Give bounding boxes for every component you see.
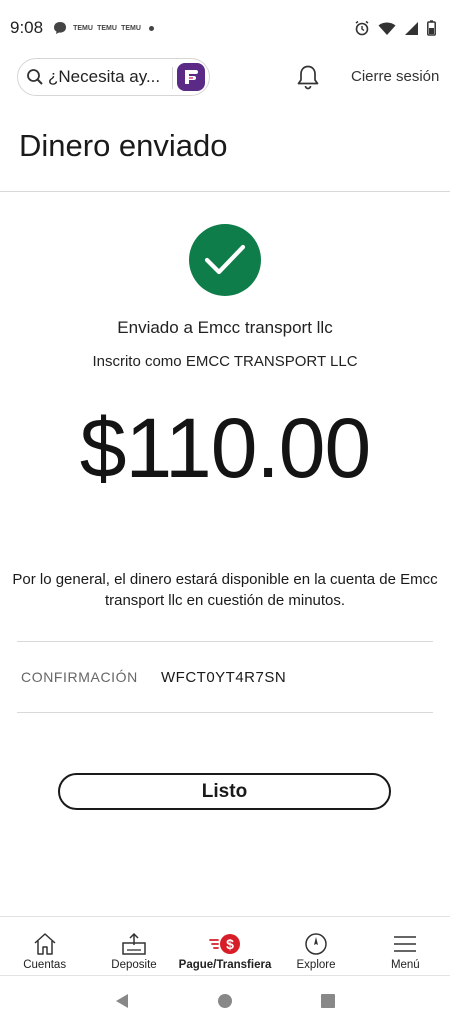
nav-label: Cuentas bbox=[23, 959, 67, 971]
temu-notification-icon: TEMU bbox=[73, 24, 93, 32]
nav-label: Deposite bbox=[111, 959, 157, 971]
temu-notification-icon: TEMU bbox=[121, 24, 141, 32]
confirmation-number: WFCT0YT4R7SN bbox=[161, 669, 287, 686]
fargo-assistant-icon[interactable] bbox=[177, 63, 205, 91]
nav-label: Explore bbox=[296, 959, 336, 971]
home-button-icon[interactable] bbox=[217, 993, 233, 1009]
assistant-search-box[interactable]: ¿Necesita ay... bbox=[17, 58, 210, 96]
divider bbox=[17, 712, 433, 713]
nav-item-menu[interactable]: Menú bbox=[361, 917, 450, 976]
deposit-icon bbox=[122, 932, 146, 955]
page-title: Dinero enviado bbox=[19, 128, 228, 163]
recipient-line: Enviado a Emcc transport llc bbox=[117, 318, 333, 337]
alarm-icon bbox=[355, 20, 369, 36]
search-divider bbox=[172, 67, 173, 89]
search-icon bbox=[27, 69, 43, 85]
status-time: 9:08 bbox=[10, 18, 44, 37]
availability-note: Por lo general, el dinero estará disponi… bbox=[12, 571, 438, 609]
battery-icon bbox=[427, 20, 436, 36]
nav-item-pay-transfer[interactable]: $ Pague/Transfiera bbox=[178, 917, 272, 976]
amount-sent: $110.00 bbox=[79, 401, 371, 495]
svg-text:$: $ bbox=[226, 936, 234, 952]
notification-icons: TEMU TEMU TEMU bbox=[53, 21, 155, 35]
nav-item-deposit[interactable]: Deposite bbox=[89, 917, 178, 976]
hamburger-icon bbox=[394, 936, 417, 952]
signal-icon bbox=[405, 21, 418, 35]
status-bar: 9:08 TEMU TEMU TEMU bbox=[0, 0, 450, 56]
compass-icon bbox=[305, 933, 327, 955]
done-button[interactable]: Listo bbox=[58, 773, 391, 810]
wifi-icon bbox=[378, 22, 396, 35]
nav-label: Menú bbox=[390, 959, 420, 971]
nav-item-accounts[interactable]: Cuentas bbox=[0, 917, 89, 976]
enrolled-as-line: Inscrito como EMCC TRANSPORT LLC bbox=[92, 353, 358, 370]
chat-notification-icon bbox=[54, 22, 67, 34]
system-icons bbox=[354, 20, 436, 36]
header-divider bbox=[0, 191, 450, 192]
back-icon[interactable] bbox=[114, 993, 130, 1009]
success-checkmark-icon bbox=[189, 224, 261, 296]
notifications-bell-icon[interactable] bbox=[296, 64, 320, 90]
temu-notification-icon: TEMU bbox=[97, 24, 117, 32]
search-placeholder: ¿Necesita ay... bbox=[48, 67, 161, 86]
divider bbox=[17, 641, 433, 642]
logout-link[interactable]: Cierre sesión bbox=[351, 68, 439, 85]
more-notifications-dot bbox=[149, 25, 155, 31]
confirmation-label: CONFIRMACIÓN bbox=[21, 669, 138, 685]
system-navigation-bar bbox=[0, 976, 450, 1025]
nav-item-explore[interactable]: Explore bbox=[271, 917, 360, 976]
app-header: ¿Necesita ay... Cierre sesión bbox=[0, 56, 450, 100]
pay-transfer-icon: $ bbox=[209, 934, 240, 954]
bottom-nav: Cuentas Deposite $ Pague/Transfiera Expl… bbox=[0, 916, 450, 976]
nav-label: Pague/Transfiera bbox=[178, 959, 272, 971]
home-icon bbox=[34, 933, 56, 955]
recents-icon[interactable] bbox=[320, 993, 336, 1009]
